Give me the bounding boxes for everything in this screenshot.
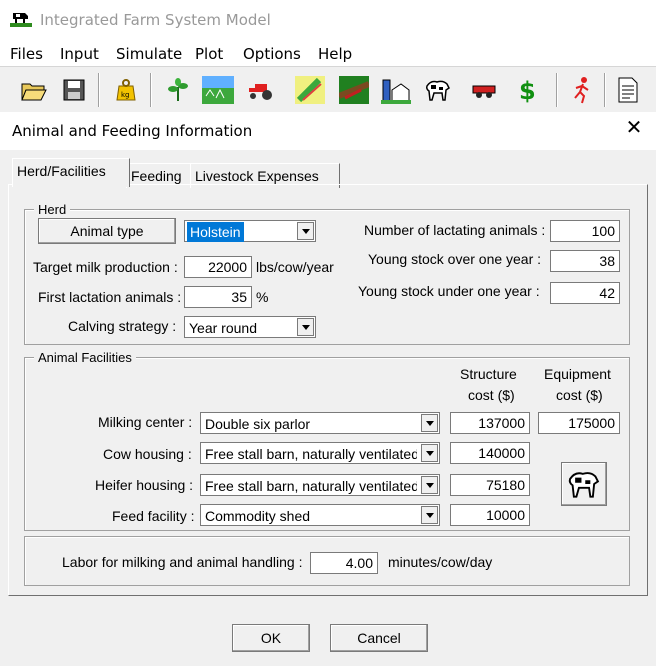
chevron-down-icon[interactable] (421, 414, 438, 432)
animal-type-select[interactable]: Holstein (184, 220, 316, 242)
storage-icon[interactable] (380, 74, 412, 106)
weight-kg-icon[interactable]: kg (110, 74, 142, 106)
field-icon[interactable] (202, 74, 234, 106)
heifer-housing-structure-cost[interactable]: 75180 (450, 474, 530, 496)
menu-options[interactable]: Options (243, 45, 301, 63)
menu-help[interactable]: Help (318, 45, 352, 63)
harvest-icon[interactable] (294, 74, 326, 106)
heifer-housing-value: Free stall barn, naturally ventilated (205, 478, 417, 494)
young-over-label: Young stock over one year : (368, 251, 542, 267)
feed-facility-select[interactable]: Commodity shed (200, 504, 440, 526)
dialog-title: Animal and Feeding Information (12, 122, 253, 140)
cow-housing-select[interactable]: Free stall barn, naturally ventilated (200, 442, 440, 464)
chevron-down-icon[interactable] (421, 444, 438, 462)
save-disk-icon[interactable] (58, 74, 90, 106)
first-lactation-label: First lactation animals : (38, 289, 182, 305)
herd-legend: Herd (34, 202, 71, 217)
milking-structure-cost[interactable]: 137000 (450, 412, 530, 434)
report-icon[interactable] (612, 74, 644, 106)
lactating-animals-label: Number of lactating animals : (364, 222, 546, 238)
chevron-down-icon[interactable] (421, 476, 438, 494)
facilities-legend: Animal Facilities (34, 350, 136, 365)
chevron-down-icon[interactable] (297, 318, 314, 336)
structure-header-unit: cost ($) (468, 387, 515, 403)
menu-input[interactable]: Input (60, 45, 99, 63)
milking-center-value: Double six parlor (205, 416, 311, 432)
calving-strategy-label: Calving strategy : (68, 318, 177, 334)
young-under-input[interactable]: 42 (550, 282, 620, 304)
svg-text:$: $ (519, 77, 536, 104)
feed-facility-label: Feed facility : (112, 508, 195, 524)
toolbar: kg $ (0, 66, 656, 114)
heifer-housing-select[interactable]: Free stall barn, naturally ventilated (200, 474, 440, 496)
equipment-header: Equipment (544, 366, 611, 382)
calving-strategy-value: Year round (189, 320, 257, 336)
equipment-header-unit: cost ($) (556, 387, 603, 403)
cancel-button[interactable]: Cancel (330, 624, 428, 652)
cow-housing-label: Cow housing : (103, 446, 192, 462)
dollar-icon[interactable]: $ (512, 74, 544, 106)
feed-facility-value: Commodity shed (205, 508, 311, 524)
svg-text:kg: kg (121, 91, 130, 99)
target-milk-input[interactable]: 22000 (184, 256, 252, 278)
target-milk-label: Target milk production : (33, 259, 178, 275)
chevron-down-icon[interactable] (421, 506, 438, 524)
labor-input[interactable]: 4.00 (310, 552, 378, 574)
menu-plot[interactable]: Plot (195, 45, 223, 63)
app-title: Integrated Farm System Model (40, 11, 271, 29)
labor-label: Labor for milking and animal handling : (62, 554, 303, 570)
milking-center-select[interactable]: Double six parlor (200, 412, 440, 434)
crop-plant-icon[interactable] (162, 74, 194, 106)
milking-equipment-cost[interactable]: 175000 (538, 412, 620, 434)
menu-simulate[interactable]: Simulate (116, 45, 182, 63)
tillage-icon[interactable] (338, 74, 370, 106)
animal-type-value: Holstein (187, 222, 244, 242)
trailer-icon[interactable] (468, 74, 500, 106)
labor-unit: minutes/cow/day (388, 554, 493, 570)
young-under-label: Young stock under one year : (358, 283, 540, 299)
chevron-down-icon[interactable] (297, 222, 314, 240)
first-lactation-unit: % (256, 289, 269, 305)
tab-herd-facilities[interactable]: Herd/Facilities (12, 158, 130, 187)
cow-app-icon (10, 13, 32, 27)
structure-header: Structure (460, 366, 517, 382)
ok-button[interactable]: OK (232, 624, 310, 652)
menu-files[interactable]: Files (10, 45, 43, 63)
lactating-animals-input[interactable]: 100 (550, 220, 620, 242)
calving-strategy-select[interactable]: Year round (184, 316, 316, 338)
cow-details-button[interactable] (561, 462, 607, 506)
cow-housing-structure-cost[interactable]: 140000 (450, 442, 530, 464)
cow-housing-value: Free stall barn, naturally ventilated (205, 446, 417, 462)
feed-facility-structure-cost[interactable]: 10000 (450, 504, 530, 526)
young-over-input[interactable]: 38 (550, 250, 620, 272)
runner-icon[interactable] (566, 74, 598, 106)
tractor-icon[interactable] (246, 74, 278, 106)
heifer-housing-label: Heifer housing : (95, 477, 194, 493)
target-milk-unit: lbs/cow/year (256, 259, 334, 275)
first-lactation-input[interactable]: 35 (184, 286, 252, 308)
milking-center-label: Milking center : (98, 414, 193, 430)
cow-icon (568, 472, 600, 498)
open-folder-icon[interactable] (18, 74, 50, 106)
cow-icon[interactable] (422, 74, 454, 106)
animal-type-button[interactable]: Animal type (38, 218, 176, 244)
close-icon[interactable]: ✕ (622, 116, 646, 140)
